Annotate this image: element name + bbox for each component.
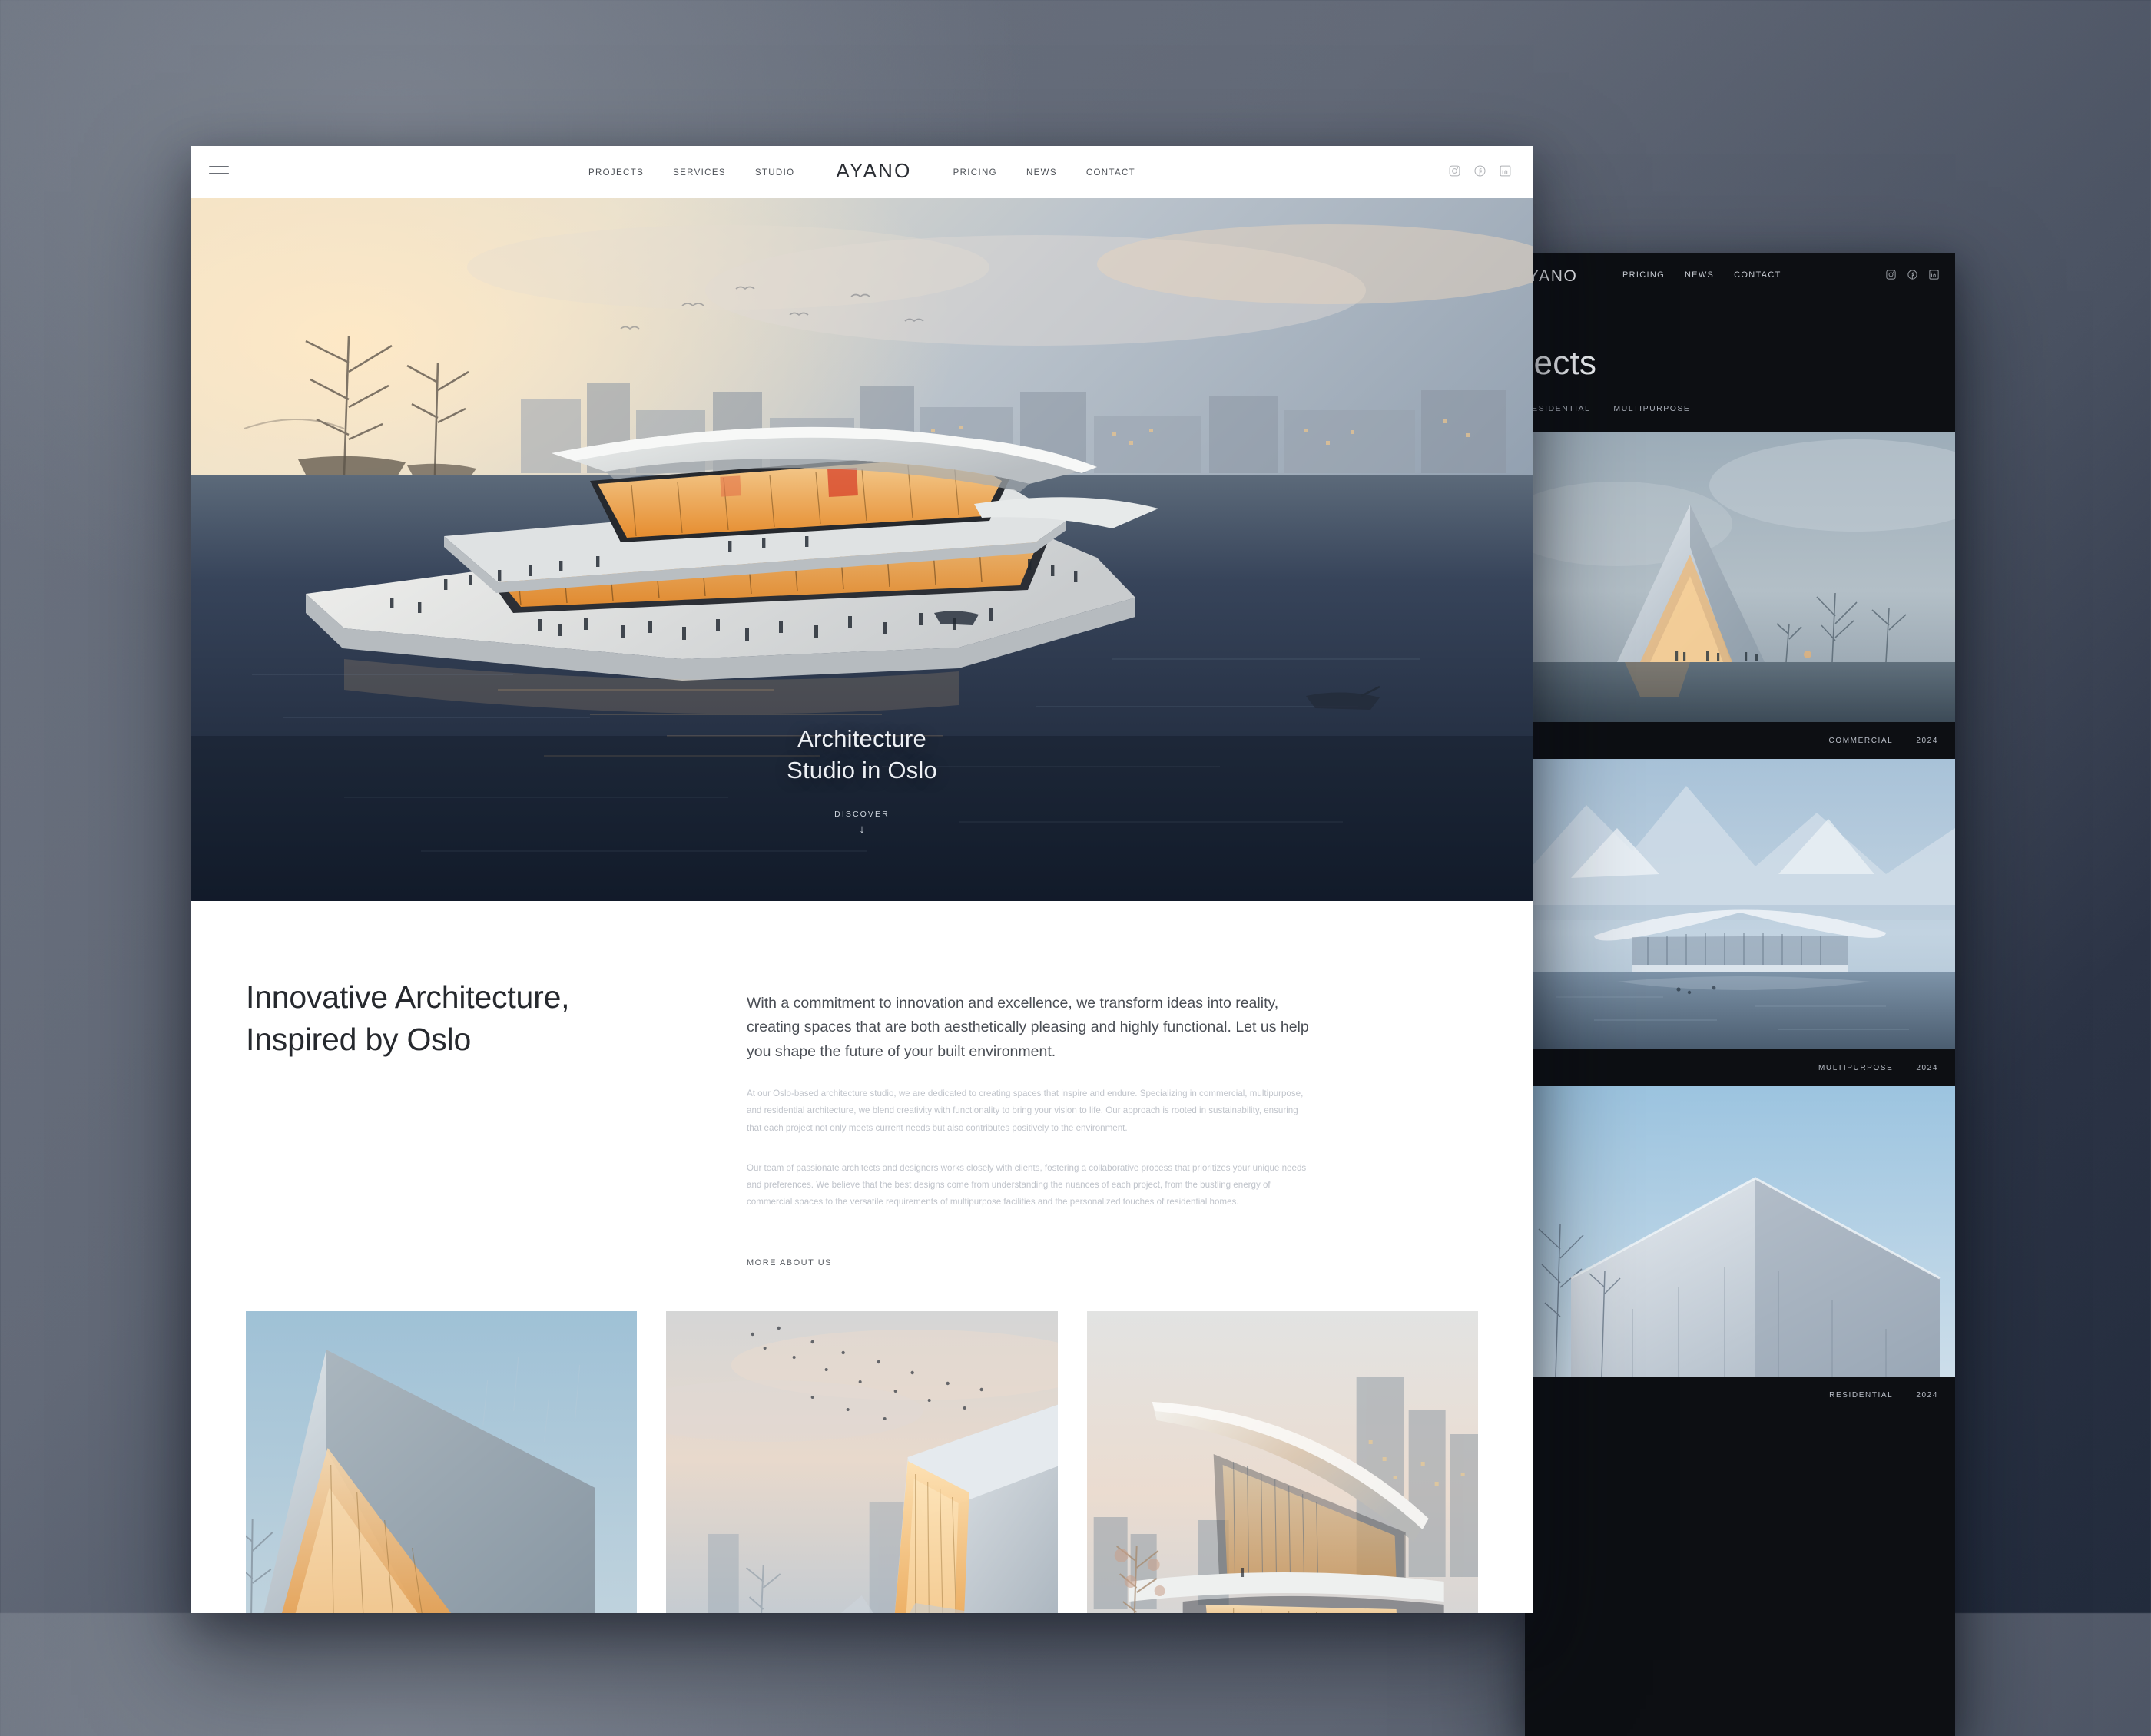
gallery-card-curved-canopy-residence[interactable] [1086,1311,1478,1613]
nav-item-news[interactable]: NEWS [1026,168,1057,177]
filter-multipurpose[interactable]: MULTIPURPOSE [1613,404,1690,413]
about-section: Innovative Architecture, Inspired by Osl… [191,901,1533,1272]
project-image-multipurpose [1525,759,1955,1049]
gallery-card-angular-glass-pavilion[interactable] [246,1311,638,1613]
projects-list: COMMERCIAL 2024 MULTIPURPOSE 2024 RESIDE… [1525,432,1955,1413]
linkedin-icon[interactable] [1928,269,1940,280]
project-year: 2024 [1916,1390,1938,1400]
projects-filter-bar: RESIDENTIAL MULTIPURPOSE [1525,404,1690,413]
about-paragraph-1: At our Oslo-based architecture studio, w… [747,1088,1304,1133]
project-meta: MULTIPURPOSE 2024 [1525,1049,1955,1086]
project-category: MULTIPURPOSE [1818,1063,1894,1072]
hero-copy: Architecture Studio in Oslo DISCOVER ↓ [191,724,1533,835]
project-image-residential [1525,1086,1955,1377]
gallery-row [191,1271,1533,1613]
project-card[interactable]: RESIDENTIAL 2024 [1525,1086,1955,1413]
project-card[interactable]: COMMERCIAL 2024 [1525,432,1955,759]
projects-nav-pricing[interactable]: PRICING [1622,270,1665,280]
about-heading-column: Innovative Architecture, Inspired by Osl… [246,976,676,1271]
nav-item-services[interactable]: SERVICES [673,168,726,177]
projects-page-title: Projects [1525,344,1597,382]
projects-page-window: AYANO PRICING NEWS CONTACT Projects RES [1525,253,1955,1736]
gallery-card-folded-roof-cultural-center[interactable] [666,1311,1058,1613]
primary-navigation: PROJECTS SERVICES STUDIO AYANO PRICING N… [191,161,1533,183]
about-paragraph-2: Our team of passionate architects and de… [747,1162,1307,1208]
project-image-commercial [1525,432,1955,722]
hero-title: Architecture Studio in Oslo [191,724,1533,787]
project-meta: RESIDENTIAL 2024 [1525,1377,1955,1413]
desktop-mockup-stage: AYANO PRICING NEWS CONTACT Projects RES [0,0,2151,1736]
nav-item-pricing[interactable]: PRICING [953,168,997,177]
projects-social-links [1885,269,1940,280]
project-meta: COMMERCIAL 2024 [1525,722,1955,759]
filter-residential[interactable]: RESIDENTIAL [1525,404,1590,413]
site-header: PROJECTS SERVICES STUDIO AYANO PRICING N… [191,146,1533,198]
project-category: COMMERCIAL [1828,736,1894,745]
nav-item-projects[interactable]: PROJECTS [588,168,644,177]
projects-nav-news[interactable]: NEWS [1685,270,1714,280]
hero-section: Architecture Studio in Oslo DISCOVER ↓ [191,198,1533,901]
facebook-icon[interactable] [1473,164,1486,177]
about-text-column: With a commitment to innovation and exce… [747,976,1311,1272]
nav-group-left: PROJECTS SERVICES STUDIO [588,168,794,177]
about-heading-line-1: Innovative Architecture, [246,979,570,1015]
nav-item-contact[interactable]: CONTACT [1086,168,1135,177]
brand-logo[interactable]: AYANO [836,161,911,181]
hero-title-line-2: Studio in Oslo [787,757,937,784]
nav-item-studio[interactable]: STUDIO [755,168,795,177]
instagram-icon[interactable] [1885,269,1897,280]
projects-header: AYANO PRICING NEWS CONTACT [1525,253,1955,300]
about-heading: Innovative Architecture, Inspired by Osl… [246,976,676,1060]
project-year: 2024 [1916,1063,1938,1072]
hero-title-line-1: Architecture [797,725,926,753]
project-year: 2024 [1916,736,1938,745]
linkedin-icon[interactable] [1499,164,1512,177]
more-about-us-link[interactable]: MORE ABOUT US [747,1258,832,1272]
projects-nav-right: PRICING NEWS CONTACT [1622,270,1781,280]
instagram-icon[interactable] [1448,164,1461,177]
nav-group-right: PRICING NEWS CONTACT [953,168,1135,177]
facebook-icon[interactable] [1907,269,1918,280]
discover-label[interactable]: DISCOVER [191,810,1533,819]
about-lead-paragraph: With a commitment to innovation and exce… [747,994,1309,1060]
social-links [1448,164,1512,177]
project-category: RESIDENTIAL [1829,1390,1894,1400]
projects-nav-contact[interactable]: CONTACT [1734,270,1781,280]
project-card[interactable]: MULTIPURPOSE 2024 [1525,759,1955,1086]
home-page-window: PROJECTS SERVICES STUDIO AYANO PRICING N… [191,146,1533,1613]
about-heading-line-2: Inspired by Oslo [246,1021,472,1057]
arrow-down-icon[interactable]: ↓ [191,823,1533,835]
